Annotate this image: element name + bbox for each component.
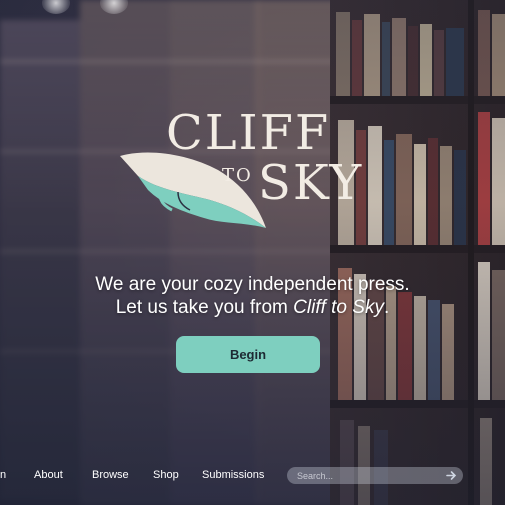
nav-item-home[interactable]: n — [0, 469, 6, 481]
color-overlay — [0, 0, 505, 505]
begin-button[interactable]: Begin — [176, 336, 320, 373]
nav-item-browse[interactable]: Browse — [92, 469, 129, 481]
nav-item-submissions[interactable]: Submissions — [202, 469, 264, 481]
nav-item-shop[interactable]: Shop — [153, 469, 179, 481]
logo-word-sky: SKY — [258, 155, 364, 211]
tagline-prefix: Let us take you from — [115, 297, 294, 318]
logo-word-cliff: CLIFF — [166, 105, 331, 161]
search-bar — [287, 467, 463, 484]
hero-tagline: We are your cozy independent press. Let … — [0, 273, 505, 319]
tagline-line-2: Let us take you from Cliff to Sky. — [0, 296, 505, 319]
logo-word-to: TO — [222, 165, 253, 186]
arrow-right-icon[interactable] — [446, 470, 457, 481]
tagline-line-1: We are your cozy independent press. — [95, 274, 410, 295]
background-bookshelf-photo — [0, 0, 505, 505]
tagline-emphasis: Cliff to Sky — [293, 297, 384, 318]
feather-icon — [120, 152, 266, 228]
tagline-suffix: . — [383, 297, 390, 318]
bottom-navigation: n About Browse Shop Submissions — [0, 462, 505, 492]
search-input[interactable] — [287, 469, 439, 482]
brand-logo[interactable]: CLIFF TO SKY — [118, 108, 388, 238]
nav-item-about[interactable]: About — [34, 469, 63, 481]
